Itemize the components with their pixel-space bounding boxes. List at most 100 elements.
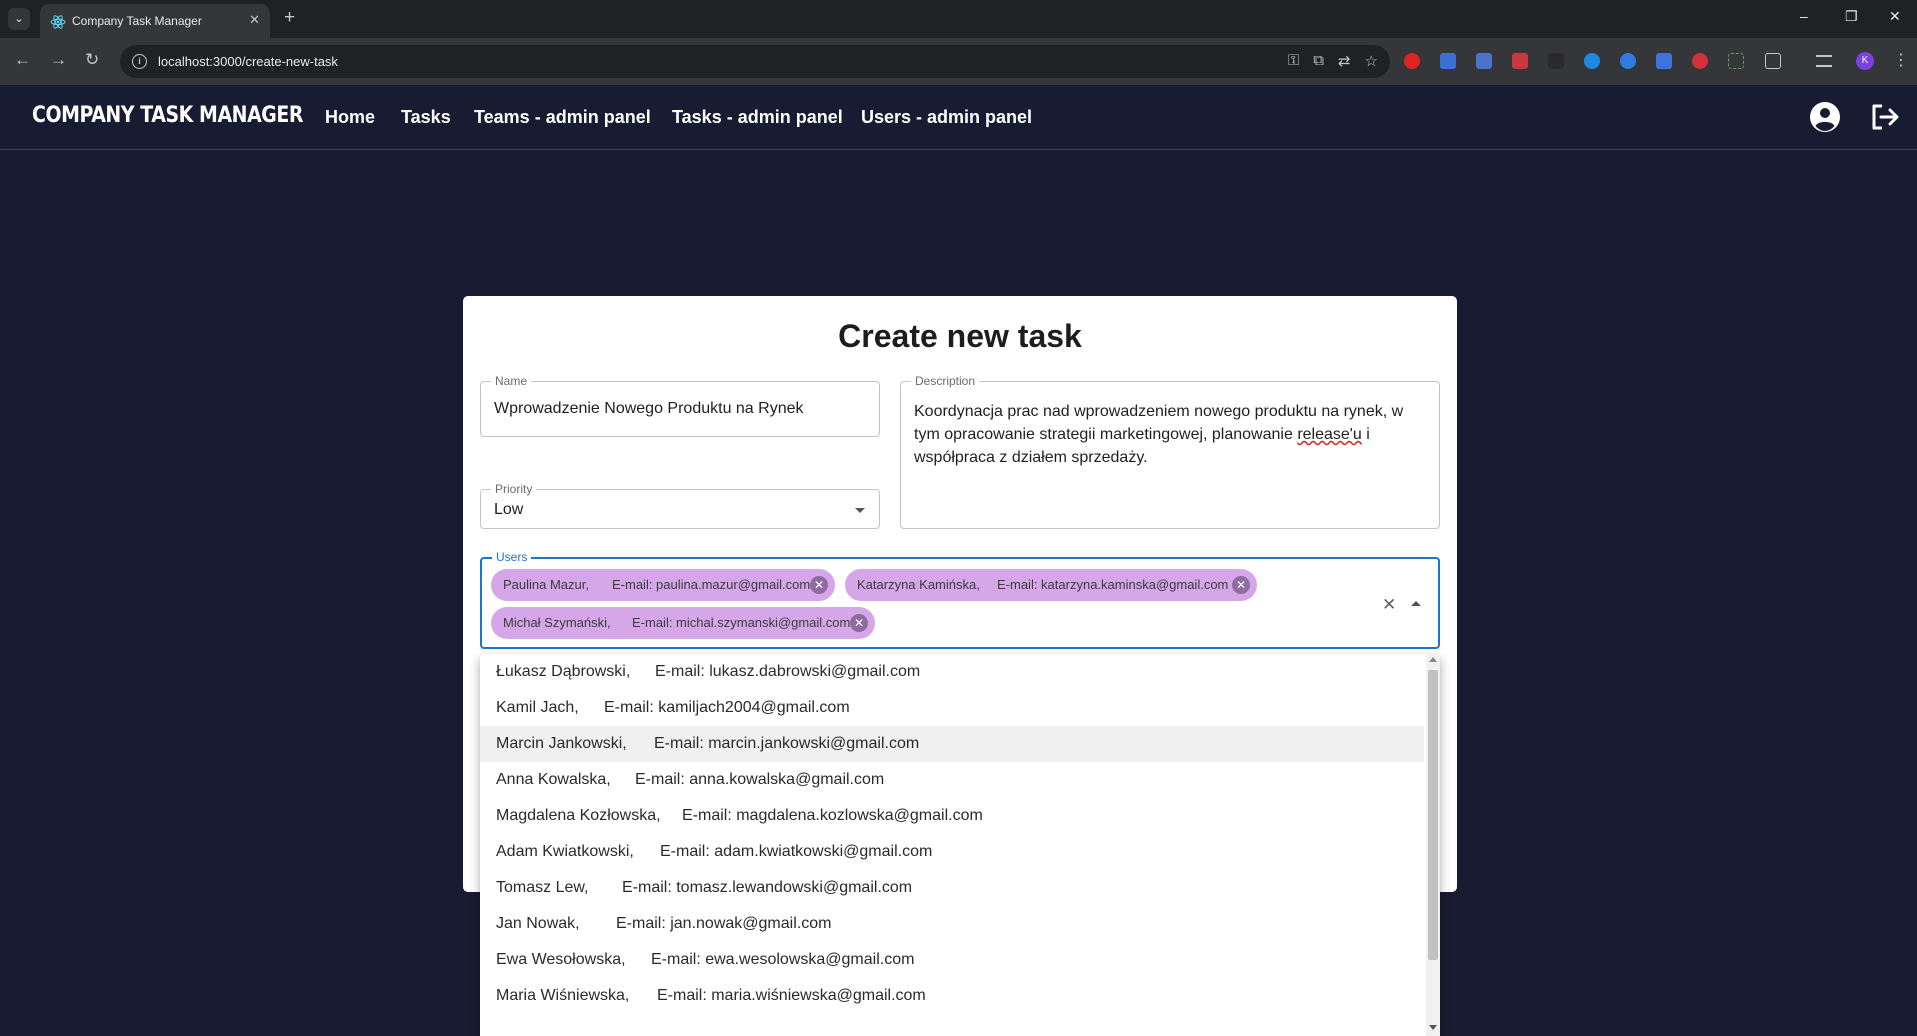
scrollbar-thumb[interactable]	[1428, 670, 1438, 960]
option-user-name: Marcin Jankowski,	[496, 735, 627, 752]
minimize-window-button[interactable]: –	[1800, 8, 1808, 24]
user-chip[interactable]: Michał Szymański, E-mail: michal.szymans…	[491, 607, 875, 639]
extension-blue-circle-icon[interactable]	[1584, 53, 1600, 69]
user-option[interactable]: Magdalena Kozłowska, E-mail: magdalena.k…	[480, 798, 1424, 834]
app-brand[interactable]: COMPANY TASK MANAGER	[32, 103, 303, 128]
clear-users-icon[interactable]: ✕	[1382, 595, 1396, 615]
user-option[interactable]: Maria Wiśniewska, E-mail: maria.wiśniews…	[480, 978, 1424, 1014]
priority-select[interactable]: Priority Low	[480, 482, 880, 529]
address-bar-actions: ⚿ ⧉ ⇄ ☆	[1288, 52, 1378, 70]
extensions-puzzle-icon[interactable]	[1765, 53, 1781, 69]
forward-arrow-icon[interactable]: →	[50, 50, 67, 70]
extension-select-icon[interactable]	[1728, 53, 1744, 69]
option-user-email: E-mail: lukasz.dabrowski@gmail.com	[655, 663, 921, 680]
chip-user-email: E-mail: paulina.mazur@gmail.com	[612, 577, 811, 592]
scroll-up-arrow-icon[interactable]	[1429, 657, 1437, 662]
option-user-name: Ewa Wesołowska,	[496, 951, 626, 968]
option-user-name: Magdalena Kozłowska,	[496, 807, 661, 824]
name-label: Name	[491, 374, 532, 388]
option-user-email: E-mail: maria.wiśniewska@gmail.com	[657, 987, 926, 1004]
browser-menu-icon[interactable]: ⋮	[1893, 50, 1909, 70]
description-field[interactable]: Description Koordynacja prac nad wprowad…	[900, 374, 1440, 529]
nav-teams-admin[interactable]: Teams - admin panel	[474, 107, 651, 128]
users-autocomplete[interactable]: Users Paulina Mazur, E-mail: paulina.maz…	[480, 550, 1440, 649]
option-user-name: Łukasz Dąbrowski,	[496, 663, 631, 680]
option-user-email: E-mail: magdalena.kozlowska@gmail.com	[682, 807, 983, 824]
description-line-2b: i	[1361, 426, 1370, 443]
extension-translate-icon[interactable]	[1476, 53, 1492, 69]
chip-remove-icon[interactable]: ✕	[850, 614, 868, 632]
option-user-email: E-mail: adam.kwiatkowski@gmail.com	[660, 843, 933, 860]
nav-users-admin[interactable]: Users - admin panel	[861, 107, 1032, 128]
account-circle-icon[interactable]	[1809, 101, 1841, 133]
nav-home[interactable]: Home	[325, 107, 375, 128]
user-option[interactable]: Ewa Wesołowska, E-mail: ewa.wesolowska@g…	[480, 942, 1424, 978]
nav-tasks-admin[interactable]: Tasks - admin panel	[672, 107, 843, 128]
user-option[interactable]: Tomasz Lew, E-mail: tomasz.lewandowski@g…	[480, 870, 1424, 906]
name-input[interactable]: Wprowadzenie Nowego Produktu na Rynek	[494, 400, 804, 418]
extension-s-icon[interactable]	[1620, 53, 1636, 69]
option-user-email: E-mail: ewa.wesolowska@gmail.com	[651, 951, 915, 968]
user-option[interactable]: Anna Kowalska, E-mail: anna.kowalska@gma…	[480, 762, 1424, 798]
logout-icon[interactable]	[1869, 101, 1901, 133]
option-user-name: Maria Wiśniewska,	[496, 987, 630, 1004]
react-favicon-icon	[50, 15, 66, 29]
name-field[interactable]: Name Wprowadzenie Nowego Produktu na Ryn…	[480, 374, 880, 437]
option-user-email: E-mail: marcin.jankowski@gmail.com	[654, 735, 920, 752]
chip-remove-icon[interactable]: ✕	[810, 576, 828, 594]
user-option[interactable]: Jan Nowak, E-mail: jan.nowak@gmail.com	[480, 906, 1424, 942]
option-user-email: E-mail: tomasz.lewandowski@gmail.com	[622, 879, 913, 896]
extension-shield-icon[interactable]	[1440, 53, 1456, 69]
users-label: Users	[492, 550, 532, 564]
user-option[interactable]: Adam Kwiatkowski, E-mail: adam.kwiatkows…	[480, 834, 1424, 870]
user-option[interactable]: Kamil Jach, E-mail: kamiljach2004@gmail.…	[480, 690, 1424, 726]
page-title: Create new task	[838, 318, 1082, 354]
new-tab-button[interactable]: +	[284, 7, 295, 29]
scroll-down-arrow-icon[interactable]	[1429, 1025, 1437, 1030]
priority-value: Low	[494, 501, 524, 518]
reload-icon[interactable]: ↻	[85, 50, 99, 70]
address-url[interactable]: localhost:3000/create-new-task	[158, 54, 338, 69]
tab-close-icon[interactable]: ✕	[249, 12, 260, 28]
nav-tasks[interactable]: Tasks	[401, 107, 451, 128]
translate-icon[interactable]: ⇄	[1338, 52, 1351, 70]
profile-avatar[interactable]: K	[1856, 52, 1874, 70]
install-app-icon[interactable]: ⧉	[1313, 52, 1324, 70]
extension-grid-icon[interactable]	[1512, 53, 1528, 69]
browser-tab-active[interactable]: Company Task Manager ✕	[40, 4, 270, 38]
user-chip[interactable]: Paulina Mazur, E-mail: paulina.mazur@gma…	[491, 569, 835, 601]
close-window-button[interactable]: ✕	[1889, 8, 1901, 25]
option-user-name: Jan Nowak,	[496, 915, 580, 932]
extension-red-icon[interactable]	[1404, 53, 1420, 69]
chip-remove-icon[interactable]: ✕	[1232, 576, 1250, 594]
users-collapse-arrow-icon[interactable]	[1411, 601, 1421, 606]
back-arrow-icon[interactable]: ←	[14, 50, 31, 70]
description-textarea[interactable]: Koordynacja prac nad wprowadzeniem noweg…	[914, 400, 1424, 469]
option-user-email: E-mail: anna.kowalska@gmail.com	[635, 771, 885, 788]
chip-user-name: Paulina Mazur,	[503, 577, 589, 592]
extension-c-icon[interactable]	[1692, 53, 1708, 69]
priority-dropdown-arrow-icon[interactable]	[855, 508, 865, 513]
spellcheck-word[interactable]: release'u	[1297, 426, 1361, 443]
site-info-icon[interactable]: i	[132, 54, 147, 69]
options-scrollbar[interactable]	[1426, 654, 1440, 1036]
restore-window-button[interactable]: ❐	[1845, 8, 1858, 25]
option-user-name: Tomasz Lew,	[496, 879, 589, 896]
option-user-email: E-mail: kamiljach2004@gmail.com	[604, 699, 850, 716]
user-option[interactable]: Łukasz Dąbrowski, E-mail: lukasz.dabrows…	[480, 654, 1424, 690]
bookmark-star-icon[interactable]: ☆	[1365, 52, 1378, 70]
extension-dark-icon[interactable]	[1548, 53, 1564, 69]
password-key-icon[interactable]: ⚿	[1288, 52, 1299, 70]
description-line-2a: tym opracowanie strategii marketingowej,…	[914, 426, 1298, 443]
app-header: COMPANY TASK MANAGER Home Tasks Teams - …	[0, 85, 1917, 150]
user-option-highlighted[interactable]: Marcin Jankowski, E-mail: marcin.jankows…	[480, 726, 1424, 762]
extension-doc-icon[interactable]	[1656, 53, 1672, 69]
reading-list-icon[interactable]	[1816, 55, 1832, 67]
address-bar[interactable]: i localhost:3000/create-new-task ⚿ ⧉ ⇄ ☆	[120, 45, 1390, 78]
tab-search-button[interactable]: ⌄	[8, 8, 30, 30]
description-line-3: współpraca z działem sprzedaży.	[914, 449, 1148, 466]
option-user-name: Anna Kowalska,	[496, 771, 611, 788]
user-chip[interactable]: Katarzyna Kamińska, E-mail: katarzyna.ka…	[845, 569, 1257, 601]
description-label: Description	[911, 374, 980, 388]
users-options-list: Łukasz Dąbrowski, E-mail: lukasz.dabrows…	[480, 654, 1440, 1036]
